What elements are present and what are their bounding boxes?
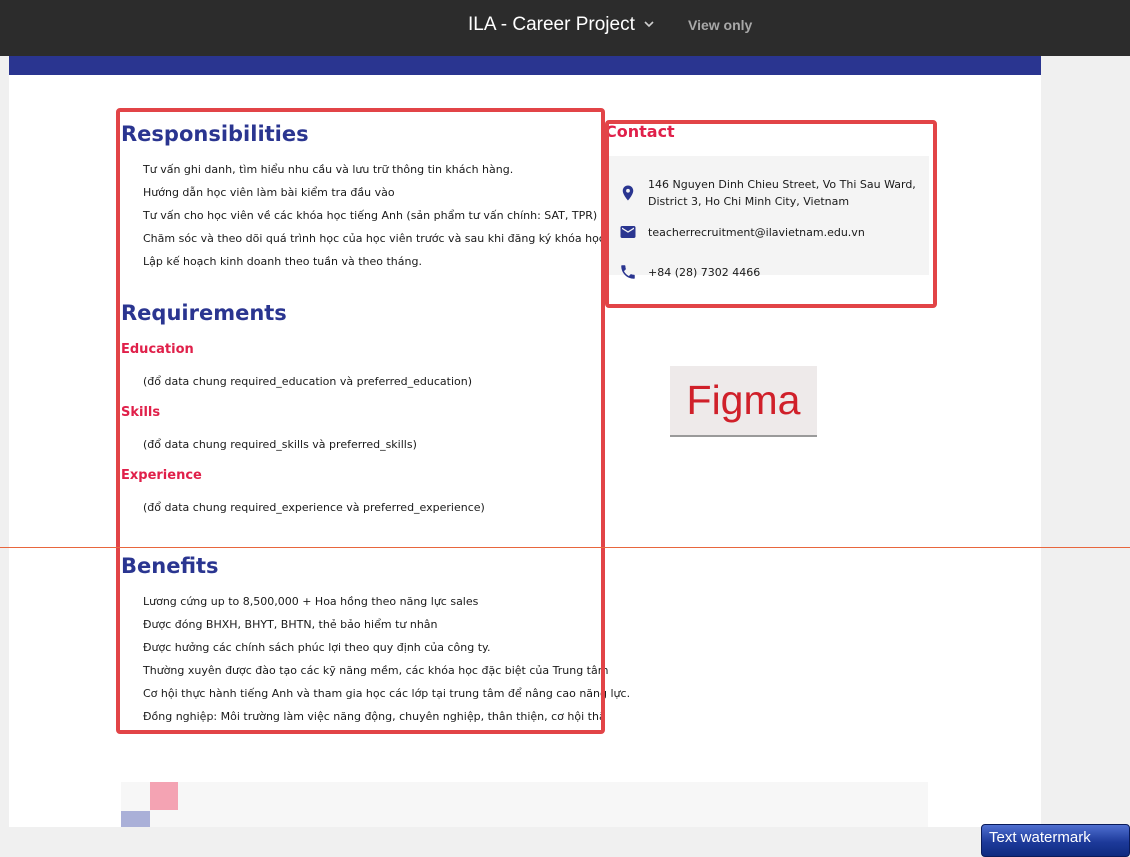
guide-line xyxy=(0,547,1130,548)
figma-badge: Figma xyxy=(670,366,817,437)
annotation-box-main xyxy=(116,108,605,734)
view-only-label: View only xyxy=(688,17,753,33)
footer-decoration-blue xyxy=(121,811,150,827)
annotation-box-contact xyxy=(605,120,937,308)
text-watermark: Text watermark xyxy=(981,824,1130,857)
project-title[interactable]: ILA - Career Project xyxy=(468,14,635,36)
footer-strip xyxy=(121,782,928,827)
header-band xyxy=(9,56,1041,75)
chevron-down-icon[interactable] xyxy=(642,17,656,31)
footer-decoration-pink xyxy=(150,782,178,810)
top-toolbar: ILA - Career Project View only xyxy=(0,0,1130,56)
